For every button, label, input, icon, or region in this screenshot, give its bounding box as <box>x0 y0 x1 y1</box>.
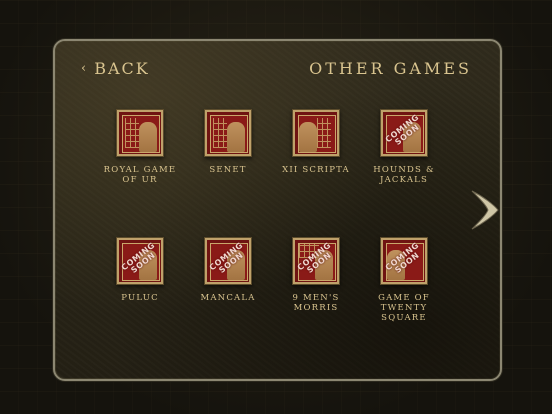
chevron-right-icon <box>471 190 499 230</box>
game-label: 9 MEN'S MORRIS <box>292 293 340 313</box>
game-icon-xii-scripta <box>292 109 340 157</box>
game-tile-mancala[interactable]: COMING SOON MANCALA <box>187 237 269 303</box>
game-tile-game-of-twenty-square[interactable]: COMING SOON GAME OF TWENTY SQUARE <box>363 237 445 323</box>
game-label: SENET <box>209 165 247 175</box>
game-label: GAME OF TWENTY SQUARE <box>378 293 430 323</box>
game-label: PULUC <box>121 293 159 303</box>
game-icon-royal-game-of-ur <box>116 109 164 157</box>
game-label: MANCALA <box>200 293 256 303</box>
game-label: XII SCRIPTA <box>282 165 350 175</box>
figure-seated-icon <box>299 122 317 152</box>
game-label: HOUNDS & JACKALS <box>373 165 435 185</box>
game-icon-game-of-twenty-square: COMING SOON <box>380 237 428 285</box>
game-tile-senet[interactable]: SENET <box>187 109 269 175</box>
game-tile-xii-scripta[interactable]: XII SCRIPTA <box>275 109 357 175</box>
games-grid: ROYAL GAME OF UR SENET XII SCRIPTA COMIN <box>99 109 439 349</box>
chevron-left-icon: ‹ <box>81 61 89 76</box>
game-tile-nine-mens-morris[interactable]: COMING SOON 9 MEN'S MORRIS <box>275 237 357 313</box>
next-page-button[interactable] <box>468 189 500 231</box>
game-icon-senet <box>204 109 252 157</box>
page-title: OTHER GAMES <box>309 59 472 78</box>
game-icon-hounds-and-jackals: COMING SOON <box>380 109 428 157</box>
game-icon-puluc: COMING SOON <box>116 237 164 285</box>
game-tile-puluc[interactable]: COMING SOON PULUC <box>99 237 181 303</box>
back-label: BACK <box>94 59 150 78</box>
game-tile-royal-game-of-ur[interactable]: ROYAL GAME OF UR <box>99 109 181 185</box>
back-button[interactable]: ‹ BACK <box>81 59 150 78</box>
game-icon-nine-mens-morris: COMING SOON <box>292 237 340 285</box>
top-bar: ‹ BACK OTHER GAMES <box>55 41 500 101</box>
game-board-icon <box>317 118 331 148</box>
game-label: ROYAL GAME OF UR <box>103 165 177 185</box>
games-panel: ‹ BACK OTHER GAMES ROYAL GAME OF UR SENE… <box>53 39 502 381</box>
figure-seated-icon <box>139 122 157 152</box>
game-icon-mancala: COMING SOON <box>204 237 252 285</box>
figure-seated-icon <box>227 122 245 152</box>
game-tile-hounds-and-jackals[interactable]: COMING SOON HOUNDS & JACKALS <box>363 109 445 185</box>
game-board-icon <box>125 118 139 148</box>
game-board-icon <box>213 118 227 148</box>
